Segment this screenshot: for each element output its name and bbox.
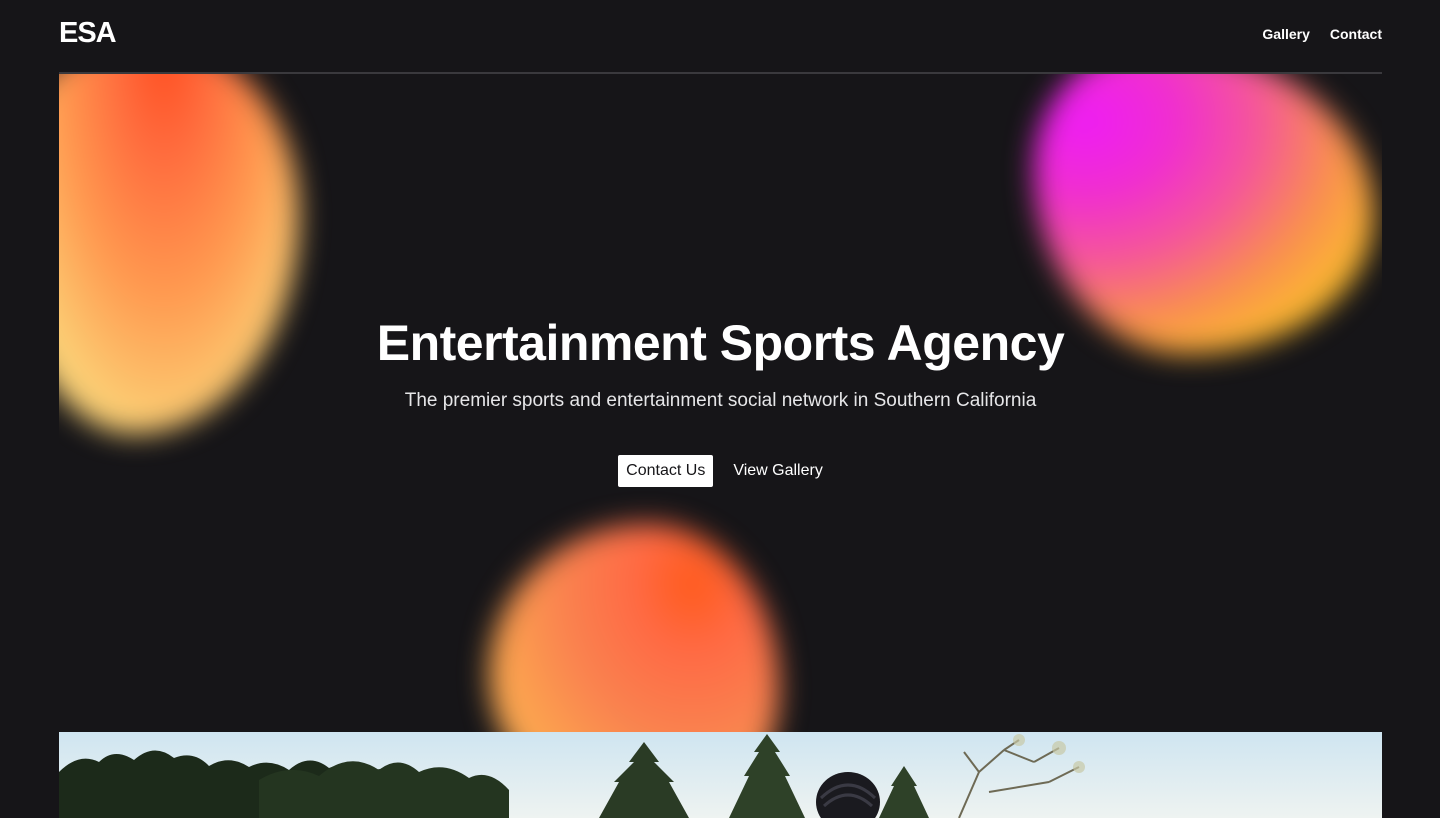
nav-link-contact[interactable]: Contact (1330, 26, 1382, 42)
hero-actions: Contact Us View Gallery (59, 455, 1382, 487)
gradient-blob-left (59, 74, 299, 434)
gradient-blob-right (1034, 74, 1374, 354)
landing-page: ESA Gallery Contact Entertainment Sports… (0, 0, 1440, 818)
gallery-preview-photo (59, 732, 1382, 818)
gradient-blob-bottom (489, 524, 779, 732)
photo-landscape (59, 732, 1382, 818)
hero-section: Entertainment Sports Agency The premier … (59, 74, 1382, 732)
contact-us-button[interactable]: Contact Us (618, 455, 714, 487)
view-gallery-button[interactable]: View Gallery (733, 455, 823, 487)
logo[interactable]: ESA (59, 17, 117, 50)
nav-link-gallery[interactable]: Gallery (1262, 26, 1309, 42)
site-header: ESA Gallery Contact (59, 0, 1382, 74)
hero-title: Entertainment Sports Agency (376, 315, 1065, 371)
main-nav: Gallery Contact (1262, 26, 1382, 42)
hero-subtitle: The premier sports and entertainment soc… (404, 390, 1037, 411)
